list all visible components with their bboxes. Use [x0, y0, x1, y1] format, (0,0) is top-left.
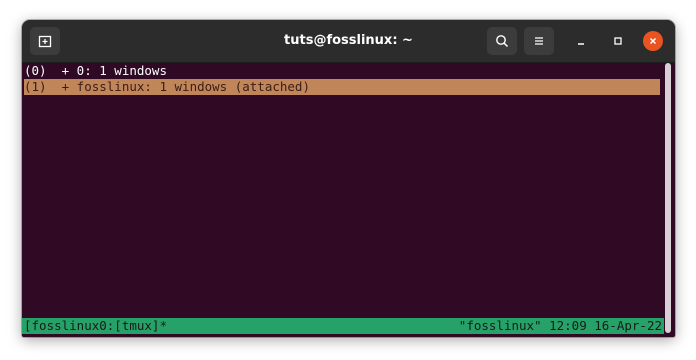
terminal-window: tuts@fosslinux: ~ (0) + 0: 1 windows (1)… [22, 20, 675, 337]
title-bar: tuts@fosslinux: ~ [22, 20, 675, 63]
session-list-item[interactable]: (0) + 0: 1 windows [24, 63, 167, 79]
new-tab-button[interactable] [30, 27, 60, 55]
status-session-name: [fosslinux0:[tmux]* [24, 318, 167, 333]
maximize-icon [614, 37, 622, 45]
close-icon [649, 37, 657, 45]
minimize-icon [578, 43, 584, 45]
new-tab-icon [38, 35, 52, 48]
close-button[interactable] [643, 31, 663, 51]
minimize-button[interactable] [571, 31, 591, 51]
status-host-time-date: "fosslinux" 12:09 16-Apr-22 [458, 318, 662, 333]
menu-button[interactable] [524, 27, 554, 55]
terminal-area[interactable]: (0) + 0: 1 windows (1) + fosslinux: 1 wi… [22, 63, 675, 337]
search-button[interactable] [487, 27, 517, 55]
maximize-button[interactable] [608, 31, 628, 51]
hamburger-menu-icon [535, 37, 543, 45]
scrollbar[interactable] [665, 63, 671, 333]
tmux-status-bar: [fosslinux0:[tmux]* "fosslinux" 12:09 16… [22, 318, 664, 334]
search-icon [496, 35, 509, 48]
window-title: tuts@fosslinux: ~ [284, 33, 413, 48]
session-list-item-selected[interactable]: (1) + fosslinux: 1 windows (attached) [24, 79, 660, 95]
